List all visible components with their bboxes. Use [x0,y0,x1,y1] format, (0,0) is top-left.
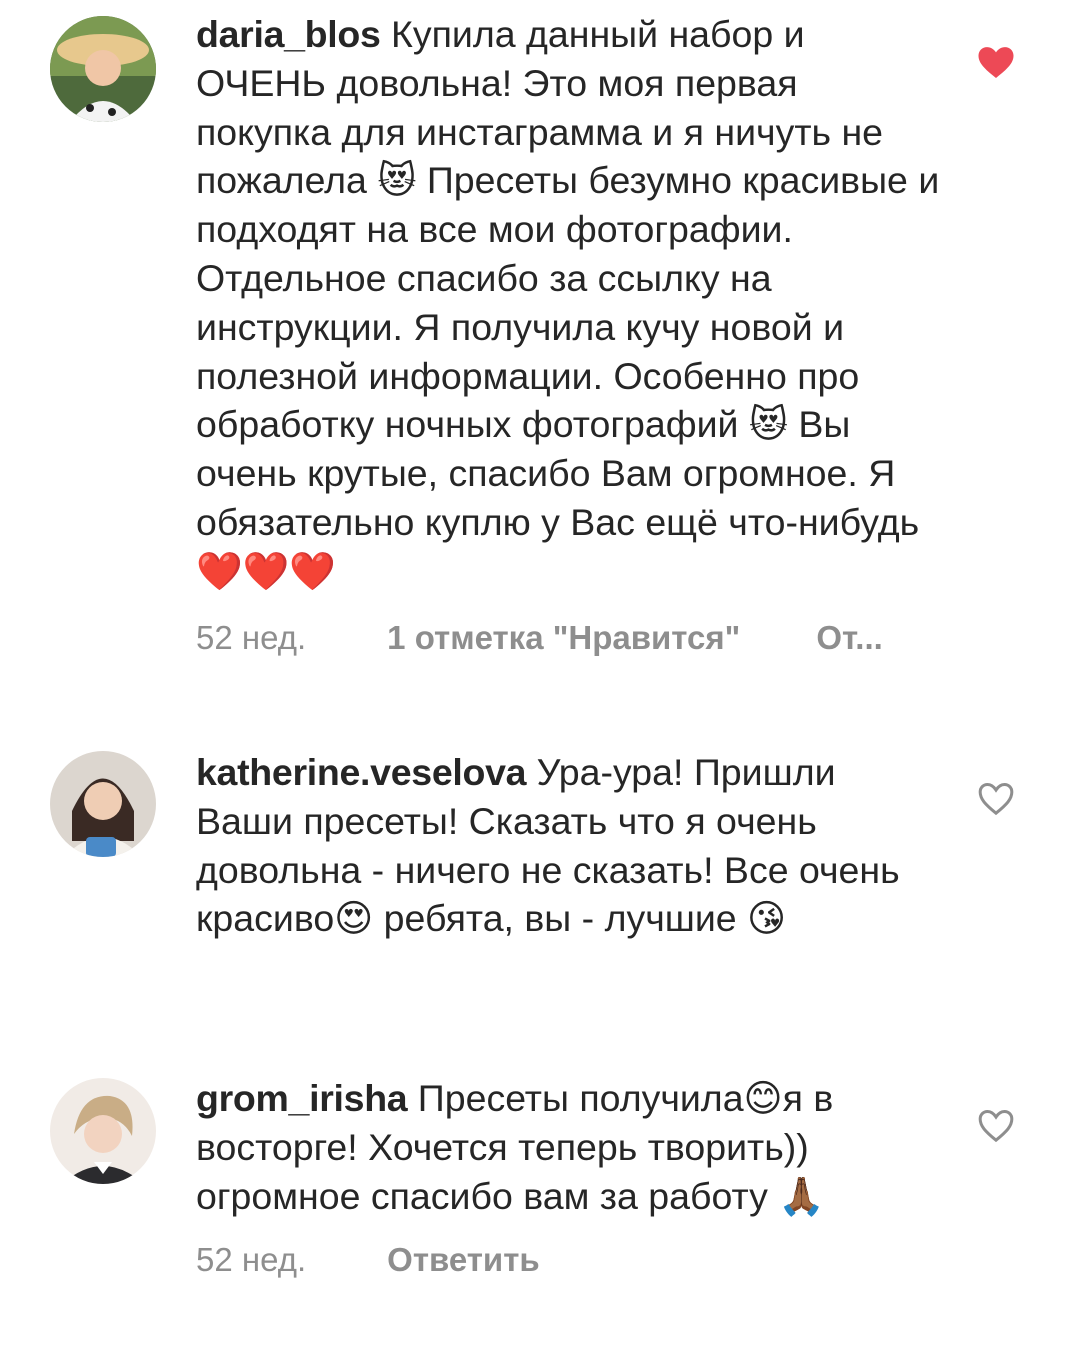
like-heart-icon[interactable] [976,43,1016,83]
like-heart-outline-icon[interactable] [976,1106,1016,1146]
avatar-image [50,16,156,122]
comment-body: daria_blos Купила данный набор и ОЧЕНЬ д… [196,10,941,596]
comment-likes-link[interactable]: 1 отметка "Нравится" [387,618,807,658]
reply-button[interactable]: От... [816,618,882,658]
comment-text: Купила данный набор и ОЧЕНЬ довольна! Эт… [196,13,940,592]
comment-meta: 52 нед. Ответить [196,1240,916,1280]
avatar[interactable] [50,751,156,857]
avatar-image [50,751,156,857]
comment-username[interactable]: daria_blos [196,13,381,55]
avatar[interactable] [50,1078,156,1184]
comment-time: 52 нед. [196,1241,307,1278]
avatar-image [50,1078,156,1184]
comment-username[interactable]: katherine.veselova [196,751,527,793]
reply-button[interactable]: Ответить [387,1240,540,1280]
like-heart-outline-icon[interactable] [976,779,1016,819]
comment-body: grom_irisha Пресеты получила😊я в восторг… [196,1074,941,1220]
comment-username[interactable]: grom_irisha [196,1077,408,1119]
comment-time: 52 нед. [196,619,307,656]
comment-body: katherine.veselova Ура-ура! Пришли Ваши … [196,748,941,943]
avatar[interactable] [50,16,156,122]
comment-meta: 52 нед. 1 отметка "Нравится" От... [196,618,916,658]
